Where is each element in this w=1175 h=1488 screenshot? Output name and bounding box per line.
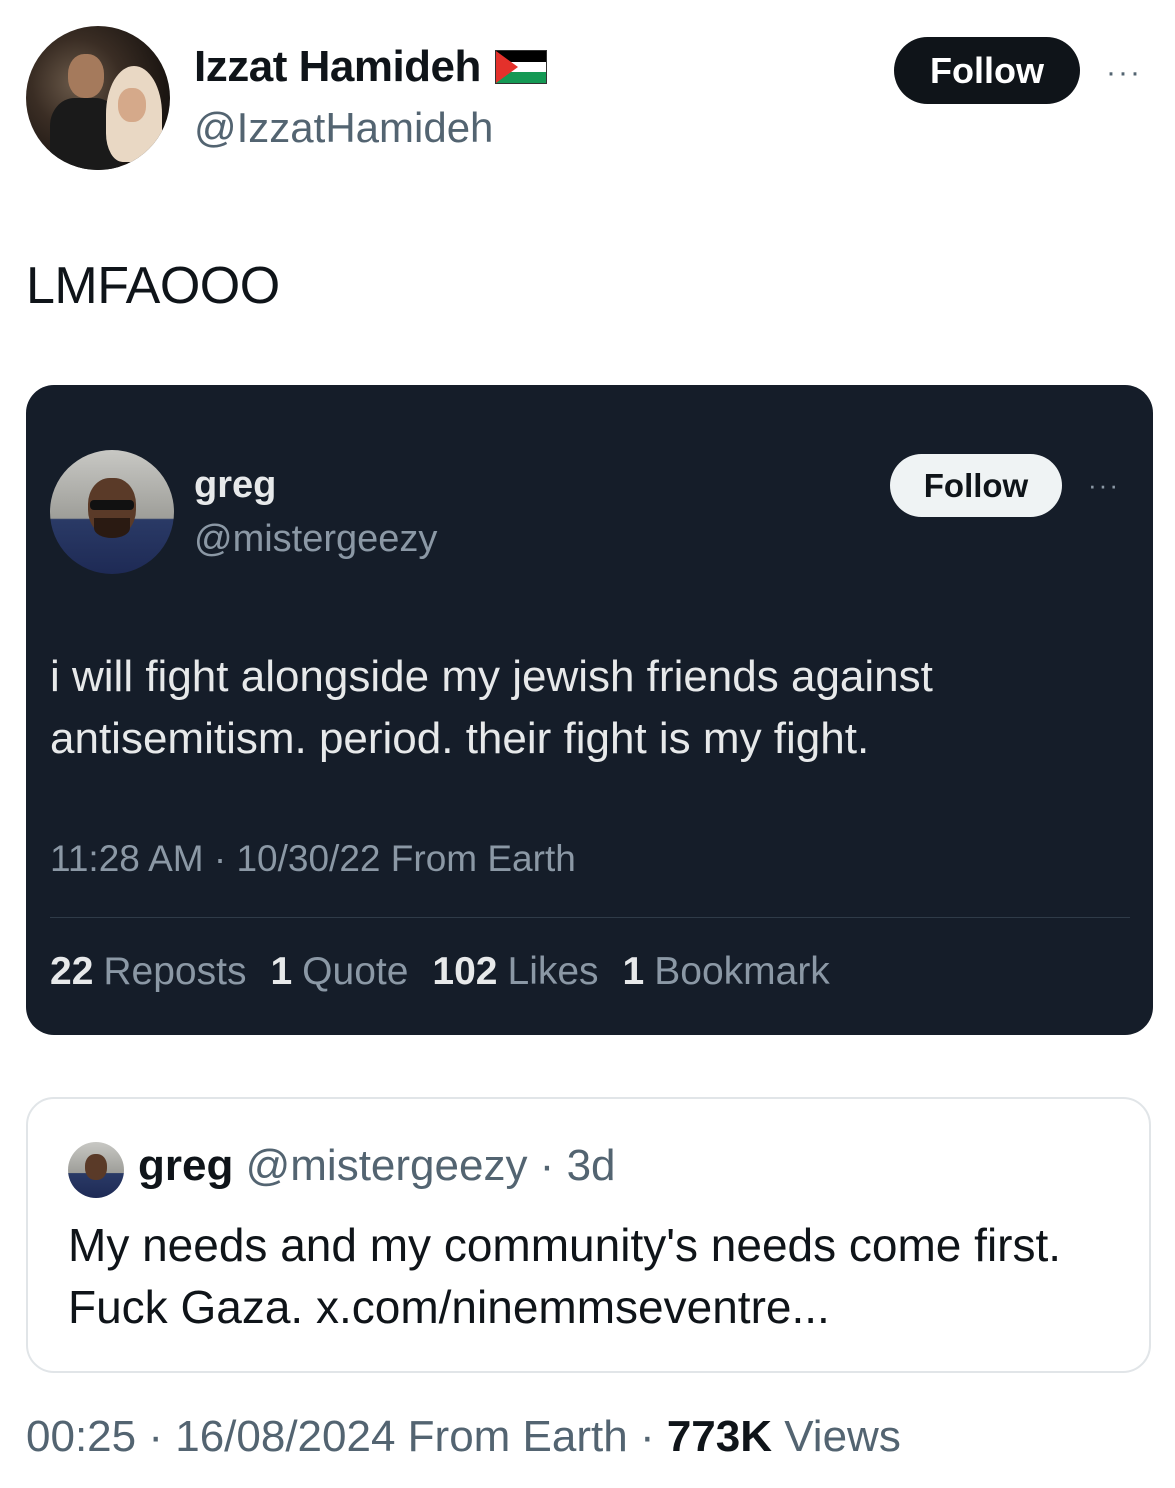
author-name[interactable]: Izzat Hamideh: [194, 42, 547, 92]
tweet-source: From Earth: [407, 1412, 628, 1461]
embedded-more-icon: ···: [1088, 470, 1120, 500]
follow-button[interactable]: Follow: [894, 37, 1080, 104]
views-count: 773K: [666, 1412, 773, 1461]
more-options-icon[interactable]: ···: [1106, 56, 1142, 90]
author-handle[interactable]: @IzzatHamideh: [194, 104, 493, 152]
tweet-text: LMFAOOO: [26, 257, 280, 315]
author-name-text[interactable]: Izzat Hamideh: [194, 42, 481, 92]
embedded-tweet-meta: 11:28 AM · 10/30/22 From Earth: [50, 838, 576, 879]
embedded-tweet-stats: 22 Reposts 1 Quote 102 Likes 1 Bookmark: [50, 950, 830, 994]
embedded-follow-button: Follow: [890, 454, 1062, 517]
views-label: Views: [784, 1412, 901, 1461]
embedded-author-handle: @mistergeezy: [194, 518, 438, 560]
likes-stat: 102 Likes: [432, 950, 599, 993]
embedded-tweet-text: i will fight alongside my jewish friends…: [50, 652, 933, 763]
embedded-divider: [50, 917, 1130, 918]
bookmarks-stat: 1 Bookmark: [622, 950, 830, 993]
tweet-meta: 00:25 · 16/08/2024 From Earth · 773K Vie…: [26, 1412, 901, 1461]
quoted-tweet-text: My needs and my community's needs come f…: [68, 1219, 1062, 1333]
tweet-time[interactable]: 00:25: [26, 1412, 136, 1461]
quoted-author-name[interactable]: greg: [138, 1141, 233, 1190]
author-avatar[interactable]: [26, 26, 170, 170]
embedded-author-name: greg: [194, 464, 277, 506]
quoted-author-avatar[interactable]: [68, 1142, 124, 1198]
palestine-flag-icon: [494, 50, 547, 84]
quoted-author-handle[interactable]: @mistergeezy: [246, 1141, 528, 1190]
quoted-tweet-age: 3d: [566, 1141, 616, 1190]
embedded-author-avatar: [50, 450, 174, 574]
quotes-stat: 1 Quote: [270, 950, 409, 993]
quoted-tweet-header[interactable]: greg @mistergeezy · 3d: [138, 1141, 616, 1191]
reposts-stat: 22 Reposts: [50, 950, 247, 993]
tweet-date[interactable]: 16/08/2024: [175, 1412, 395, 1461]
